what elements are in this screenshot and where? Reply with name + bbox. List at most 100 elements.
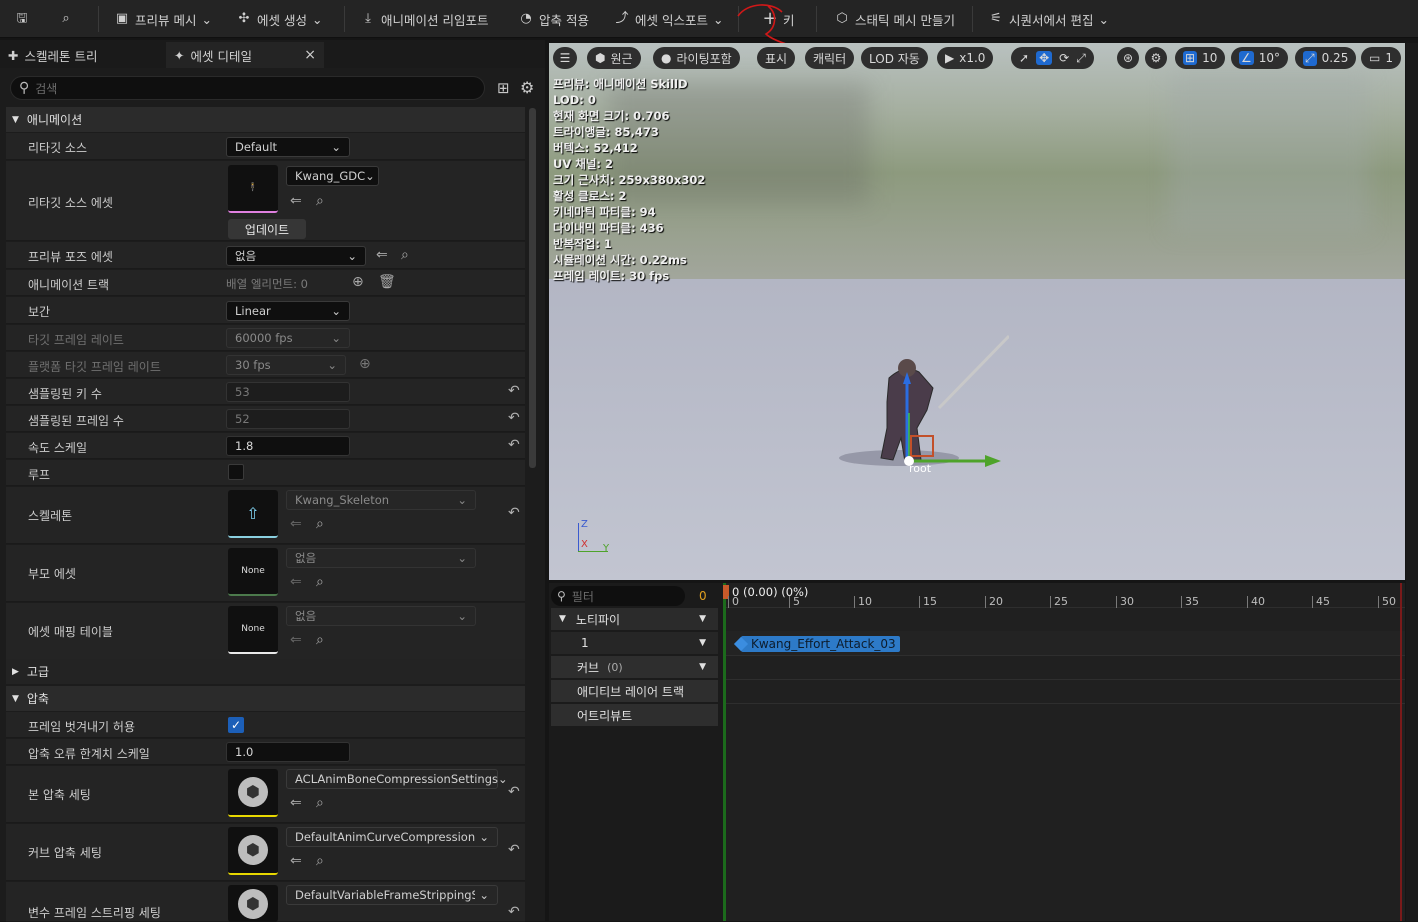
chevron-down-icon: ⌄ (457, 493, 467, 507)
compress-icon: ◔ (520, 11, 532, 26)
reimport-button[interactable]: ⤓ 애니메이션 리임포트 (360, 8, 488, 30)
use-selected-icon[interactable]: ⇐ (290, 853, 302, 869)
notify-track-1[interactable]: 1 ▼ (551, 632, 718, 654)
notify-event-marker[interactable]: Kwang_Effort_Attack_03 (733, 636, 900, 652)
bone-compression-picker[interactable]: ACLAnimBoneCompressionSettings ⌄ (286, 769, 508, 789)
reset-to-default-icon[interactable]: ↶ (508, 410, 520, 426)
reset-to-default-icon[interactable]: ↶ (508, 904, 520, 920)
rotate-icon[interactable]: ⟳ (1059, 51, 1069, 65)
dropdown-arrow-icon[interactable]: ▼ (699, 614, 706, 624)
retarget-asset-thumbnail[interactable]: 🕴 (228, 165, 278, 213)
details-scrollbar[interactable] (529, 108, 536, 468)
edit-in-sequencer-menu[interactable]: ⚟ 시퀀서에서 편집 ⌄ (988, 8, 1109, 30)
scale-icon[interactable]: ⤢ (1076, 51, 1086, 66)
category-advanced[interactable]: ▶ 고급 (6, 659, 525, 684)
asset-details-panel: ⚲ 검색 ⊞ ⚙ ▼ 애니메이션 리타깃 소스 Default ⌄ 리타깃 소스 에셋… (0, 68, 545, 922)
axis-x-label: X (581, 539, 588, 550)
browse-asset-icon[interactable]: ⌕ (401, 247, 409, 263)
property-label: 프리뷰 포즈 에셋 (28, 250, 113, 264)
sequencer-label: 시퀀서에서 편집 (1009, 12, 1094, 28)
browse-asset-icon[interactable]: ⌕ (316, 574, 324, 590)
tab-label: 에셋 디테일 (190, 48, 252, 64)
select-icon[interactable]: ➚ (1019, 51, 1029, 65)
use-selected-icon[interactable]: ⇐ (290, 193, 302, 209)
export-asset-menu[interactable]: ⤴ 에셋 익스포트 ⌄ (614, 8, 723, 30)
browse-asset-icon[interactable]: ⌕ (316, 632, 324, 648)
frame-stripping-picker[interactable]: DefaultVariableFrameStrippingSetti ⌄ (286, 885, 498, 905)
loop-checkbox[interactable] (228, 464, 244, 480)
apply-compression-button[interactable]: ◔ 압축 적용 (518, 8, 589, 30)
scale-value: 0.25 (1321, 51, 1349, 65)
angle-snap-button[interactable]: ∠ 10° (1231, 47, 1289, 69)
playback-speed-button[interactable]: ▶ x1.0 (937, 47, 994, 69)
category-compression[interactable]: ▼ 압축 (6, 686, 525, 711)
close-tab-button[interactable]: × (304, 47, 316, 63)
rate-scale-field[interactable]: 1.8 (226, 436, 350, 456)
additive-layer-track[interactable]: 애디티브 레이어 트랙 (551, 680, 718, 702)
bone-compression-thumbnail[interactable]: ⬢ (228, 769, 278, 817)
add-element-icon[interactable]: ⊕ (359, 356, 371, 372)
perspective-button[interactable]: ⬢ 원근 (587, 47, 641, 69)
make-static-mesh-button[interactable]: ⬡ 스태틱 메시 만들기 (834, 8, 955, 30)
search-input[interactable]: ⚲ 검색 (10, 76, 485, 100)
preview-viewport[interactable]: ☰ ⬢ 원근 ● 라이팅포함 표시 캐릭터 LOD 자동 ▶ x1.0 ➚ ✥ ⟳ ⤢… (549, 43, 1405, 580)
world-local-button[interactable]: ⊛ (1117, 47, 1139, 69)
settings-gear-icon[interactable]: ⚙ (520, 78, 534, 97)
attributes-track[interactable]: 어트리뷰트 (551, 704, 718, 726)
retarget-source-dropdown[interactable]: Default ⌄ (226, 137, 350, 157)
grid-snap-button[interactable]: ⊞ 10 (1175, 47, 1226, 69)
use-selected-icon[interactable]: ⇐ (290, 795, 302, 811)
skeleton-thumbnail[interactable]: ⇧ (228, 490, 278, 538)
update-button[interactable]: 업데이트 (228, 219, 306, 239)
create-asset-menu[interactable]: ✣ 에셋 생성 ⌄ (236, 8, 323, 30)
browse-asset-icon[interactable]: ⌕ (316, 193, 324, 209)
error-threshold-field[interactable]: 1.0 (226, 742, 350, 762)
dropdown-arrow-icon[interactable]: ▼ (699, 662, 706, 672)
browse-button[interactable]: ⌕ (58, 8, 74, 30)
browse-asset-icon[interactable]: ⌕ (316, 516, 324, 532)
scale-snap-button[interactable]: ⤢ 0.25 (1295, 47, 1357, 69)
reset-to-default-icon[interactable]: ↶ (508, 505, 520, 521)
transform-tools: ➚ ✥ ⟳ ⤢ (1011, 47, 1094, 69)
notify-track-header[interactable]: ▼ 노티파이 ▼ (551, 608, 718, 630)
show-button[interactable]: 표시 (757, 47, 796, 69)
character-button[interactable]: 캐릭터 (805, 47, 855, 69)
curves-track-header[interactable]: 커브 (0) ▼ (551, 656, 718, 678)
curve-compression-thumbnail[interactable]: ⬢ (228, 827, 278, 875)
delete-icon[interactable]: 🗑 (378, 274, 396, 290)
browse-asset-icon[interactable]: ⌕ (316, 853, 324, 869)
mapping-table-thumbnail[interactable]: None (228, 606, 278, 654)
reset-to-default-icon[interactable]: ↶ (508, 784, 520, 800)
tick-label: 5 (789, 596, 800, 608)
dropdown-arrow-icon[interactable]: ▼ (699, 638, 706, 648)
timeline-tracks-area[interactable]: 0 (0.00) (0%) 0 5 10 15 20 25 30 35 40 4… (723, 583, 1405, 921)
surface-snap-button[interactable]: ⚙ (1145, 47, 1167, 69)
lit-label: 라이팅포함 (676, 51, 732, 66)
interpolation-dropdown[interactable]: Linear ⌄ (226, 301, 350, 321)
parent-asset-thumbnail[interactable]: None (228, 548, 278, 596)
preview-mesh-menu[interactable]: ▣ 프리뷰 메시 ⌄ (114, 8, 212, 30)
grid-view-icon[interactable]: ⊞ (497, 79, 510, 97)
reset-to-default-icon[interactable]: ↶ (508, 842, 520, 858)
retarget-asset-picker[interactable]: Kwang_GDC ⌄ (286, 166, 379, 186)
browse-asset-icon[interactable]: ⌕ (316, 795, 324, 811)
allow-stripping-checkbox[interactable]: ✓ (228, 717, 244, 733)
timeline-filter-input[interactable]: ⚲ 필터 (551, 586, 685, 606)
translate-icon[interactable]: ✥ (1036, 51, 1053, 65)
viewport-menu-button[interactable]: ☰ (553, 47, 577, 69)
curve-compression-picker[interactable]: DefaultAnimCurveCompressionSett ⌄ (286, 827, 498, 847)
reset-to-default-icon[interactable]: ↶ (508, 383, 520, 399)
reset-to-default-icon[interactable]: ↶ (508, 437, 520, 453)
lod-button[interactable]: LOD 자동 (861, 47, 928, 69)
property-label: 속도 스케일 (28, 441, 88, 455)
category-animation[interactable]: ▼ 애니메이션 (6, 107, 525, 132)
preview-pose-dropdown[interactable]: 없음 ⌄ (226, 246, 366, 266)
use-selected-icon[interactable]: ⇐ (376, 247, 388, 263)
save-button[interactable]: 🖫 (14, 8, 30, 30)
tab-skeleton-tree[interactable]: ✚ 스켈레톤 트리 (0, 42, 166, 68)
add-element-icon[interactable]: ⊕ (352, 274, 364, 290)
tab-asset-details[interactable]: ✦ 에셋 디테일 × (166, 42, 324, 68)
lit-mode-button[interactable]: ● 라이팅포함 (653, 47, 740, 69)
camera-speed-button[interactable]: ▭ 1 (1361, 47, 1401, 69)
frame-stripping-thumbnail[interactable]: ⬢ (228, 885, 278, 922)
